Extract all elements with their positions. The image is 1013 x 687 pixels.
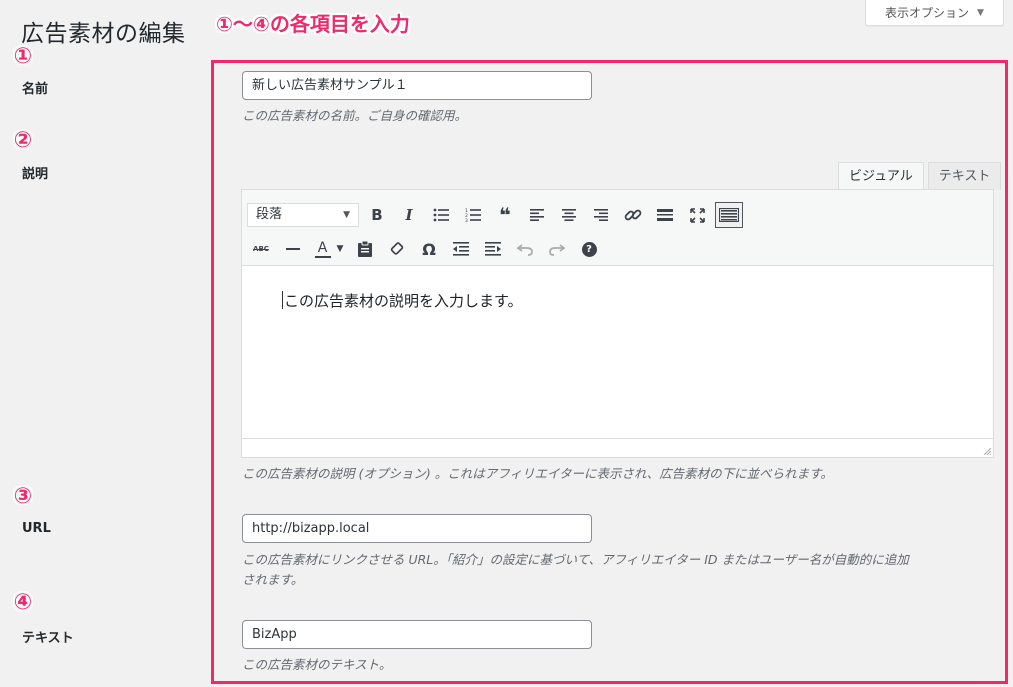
resize-handle-icon[interactable]	[983, 447, 991, 455]
toolbar-row-2: ABC A ▼ Ω ?	[247, 232, 993, 266]
blockquote-button[interactable]: ❝	[491, 201, 519, 229]
toolbar-row-1: 段落 ▼ B I 123 ❝	[247, 198, 993, 232]
special-character-button[interactable]: Ω	[415, 235, 443, 263]
eraser-icon	[390, 242, 404, 255]
screen-options-label: 表示オプション	[885, 6, 970, 20]
rich-text-editor: 段落 ▼ B I 123 ❝ ABC A ▼ Ω ? この広告素材の説明を入力し…	[241, 189, 994, 458]
quote-icon: ❝	[499, 203, 511, 227]
redo-icon	[549, 244, 565, 256]
chevron-down-icon: ▼	[977, 7, 984, 18]
align-right-button[interactable]	[587, 201, 615, 229]
outdent-icon	[453, 242, 469, 256]
undo-button[interactable]	[511, 235, 539, 263]
marker-3: ③	[13, 484, 33, 509]
undo-icon	[517, 244, 533, 256]
editor-tabs: ビジュアル テキスト	[838, 162, 1002, 190]
italic-button[interactable]: I	[395, 201, 423, 229]
caret-down-icon: ▼	[336, 244, 344, 254]
read-more-icon	[657, 209, 673, 221]
name-description: この広告素材の名前。ご自身の確認用。	[242, 108, 468, 123]
url-input[interactable]: http://bizapp.local	[242, 514, 592, 543]
align-left-icon	[530, 209, 544, 221]
numbered-list-button[interactable]: 123	[459, 201, 487, 229]
url-description-line2: されます。	[242, 572, 304, 587]
text-description: この広告素材のテキスト。	[242, 657, 392, 672]
italic-icon: I	[405, 206, 413, 224]
editor-toolbar: 段落 ▼ B I 123 ❝ ABC A ▼ Ω ?	[242, 190, 993, 266]
keyboard-icon	[719, 208, 739, 222]
bold-button[interactable]: B	[363, 201, 391, 229]
text-color-swatch	[314, 255, 331, 258]
outdent-button[interactable]	[447, 235, 475, 263]
screen-options-button[interactable]: 表示オプション ▼	[865, 0, 1004, 26]
text-color-icon: A	[314, 239, 331, 258]
strikethrough-icon: ABC	[253, 245, 269, 253]
bullet-list-button[interactable]	[427, 201, 455, 229]
align-left-button[interactable]	[523, 201, 551, 229]
keyboard-shortcuts-button[interactable]: ?	[575, 235, 603, 263]
annotation-title: ①〜④の各項目を入力	[216, 12, 410, 36]
name-label: 名前	[22, 82, 49, 97]
text-label: テキスト	[22, 631, 74, 646]
clear-formatting-button[interactable]	[383, 235, 411, 263]
bold-icon: B	[371, 206, 383, 224]
text-color-button[interactable]: A ▼	[311, 235, 347, 263]
marker-2: ②	[13, 128, 33, 153]
indent-icon	[485, 242, 501, 256]
align-center-icon	[562, 209, 576, 221]
text-cursor	[282, 291, 283, 309]
help-icon: ?	[581, 241, 597, 257]
strikethrough-button[interactable]: ABC	[247, 235, 275, 263]
fullscreen-icon	[689, 207, 705, 223]
page-title: 広告素材の編集	[21, 21, 186, 47]
fullscreen-button[interactable]	[683, 201, 711, 229]
editor-content-text: この広告素材の説明を入力します。	[284, 292, 523, 310]
read-more-button[interactable]	[651, 201, 679, 229]
clipboard-icon	[358, 241, 372, 257]
name-input[interactable]: 新しい広告素材サンプル１	[242, 71, 592, 100]
link-icon	[624, 209, 642, 221]
text-color-letter: A	[317, 239, 328, 256]
insert-link-button[interactable]	[619, 201, 647, 229]
url-label: URL	[22, 521, 51, 536]
format-select-value: 段落	[256, 207, 283, 222]
url-description-line1: この広告素材にリンクさせる URL。「紹介」の設定に基づいて、アフィリエイター …	[242, 552, 909, 567]
redo-button[interactable]	[543, 235, 571, 263]
marker-1: ①	[13, 44, 33, 69]
marker-4: ④	[13, 590, 33, 615]
editor-statusbar	[242, 438, 993, 457]
text-input[interactable]: BizApp	[242, 620, 592, 649]
editor-content[interactable]: この広告素材の説明を入力します。	[242, 266, 993, 438]
bullet-list-icon	[433, 208, 449, 222]
paste-text-button[interactable]	[351, 235, 379, 263]
indent-button[interactable]	[479, 235, 507, 263]
svg-text:3: 3	[465, 218, 468, 222]
align-center-button[interactable]	[555, 201, 583, 229]
numbered-list-icon: 123	[465, 208, 481, 222]
horizontal-line-button[interactable]	[279, 235, 307, 263]
format-select[interactable]: 段落 ▼	[247, 203, 359, 227]
tab-visual[interactable]: ビジュアル	[838, 162, 924, 190]
description-help: この広告素材の説明 (オプション) 。これはアフィリエイターに表示され、広告素材…	[242, 466, 833, 481]
omega-icon: Ω	[422, 239, 436, 259]
tab-text[interactable]: テキスト	[927, 162, 1002, 190]
description-label: 説明	[22, 167, 49, 182]
toolbar-toggle-button[interactable]	[715, 202, 743, 228]
align-right-icon	[594, 209, 608, 221]
caret-down-icon: ▼	[343, 210, 350, 220]
horizontal-line-icon	[286, 248, 300, 250]
